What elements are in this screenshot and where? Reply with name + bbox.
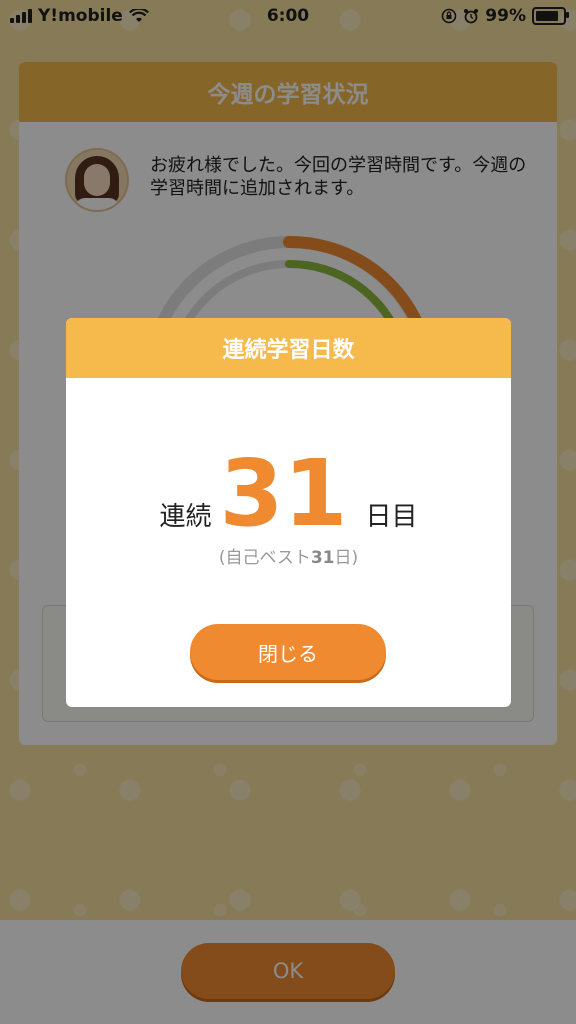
battery-percent: 99%	[485, 6, 526, 26]
clock: 6:00	[266, 6, 310, 26]
battery-icon	[532, 7, 569, 25]
wifi-icon	[128, 9, 149, 22]
best-record: (自己ベスト31日)	[66, 543, 511, 568]
streak-modal: 連続学習日数 連続 31 日目 (自己ベスト31日) 閉じる	[66, 318, 511, 707]
signal-icon	[10, 9, 32, 23]
best-record-close: 日)	[334, 548, 359, 568]
best-record-open: (自己ベスト	[218, 548, 311, 568]
streak-row: 連続 31 日目	[66, 448, 511, 540]
best-record-value: 31	[310, 548, 335, 568]
orientation-lock-icon	[441, 8, 457, 24]
streak-prefix: 連続	[159, 502, 212, 532]
status-bar: Y!mobile 6:00 99%	[0, 0, 576, 32]
streak-number: 31	[219, 440, 348, 547]
close-button[interactable]: 閉じる	[190, 624, 386, 680]
streak-suffix: 日目	[365, 502, 418, 532]
carrier-label: Y!mobile	[38, 6, 123, 26]
alarm-icon	[464, 9, 479, 24]
modal-title: 連続学習日数	[66, 318, 511, 378]
